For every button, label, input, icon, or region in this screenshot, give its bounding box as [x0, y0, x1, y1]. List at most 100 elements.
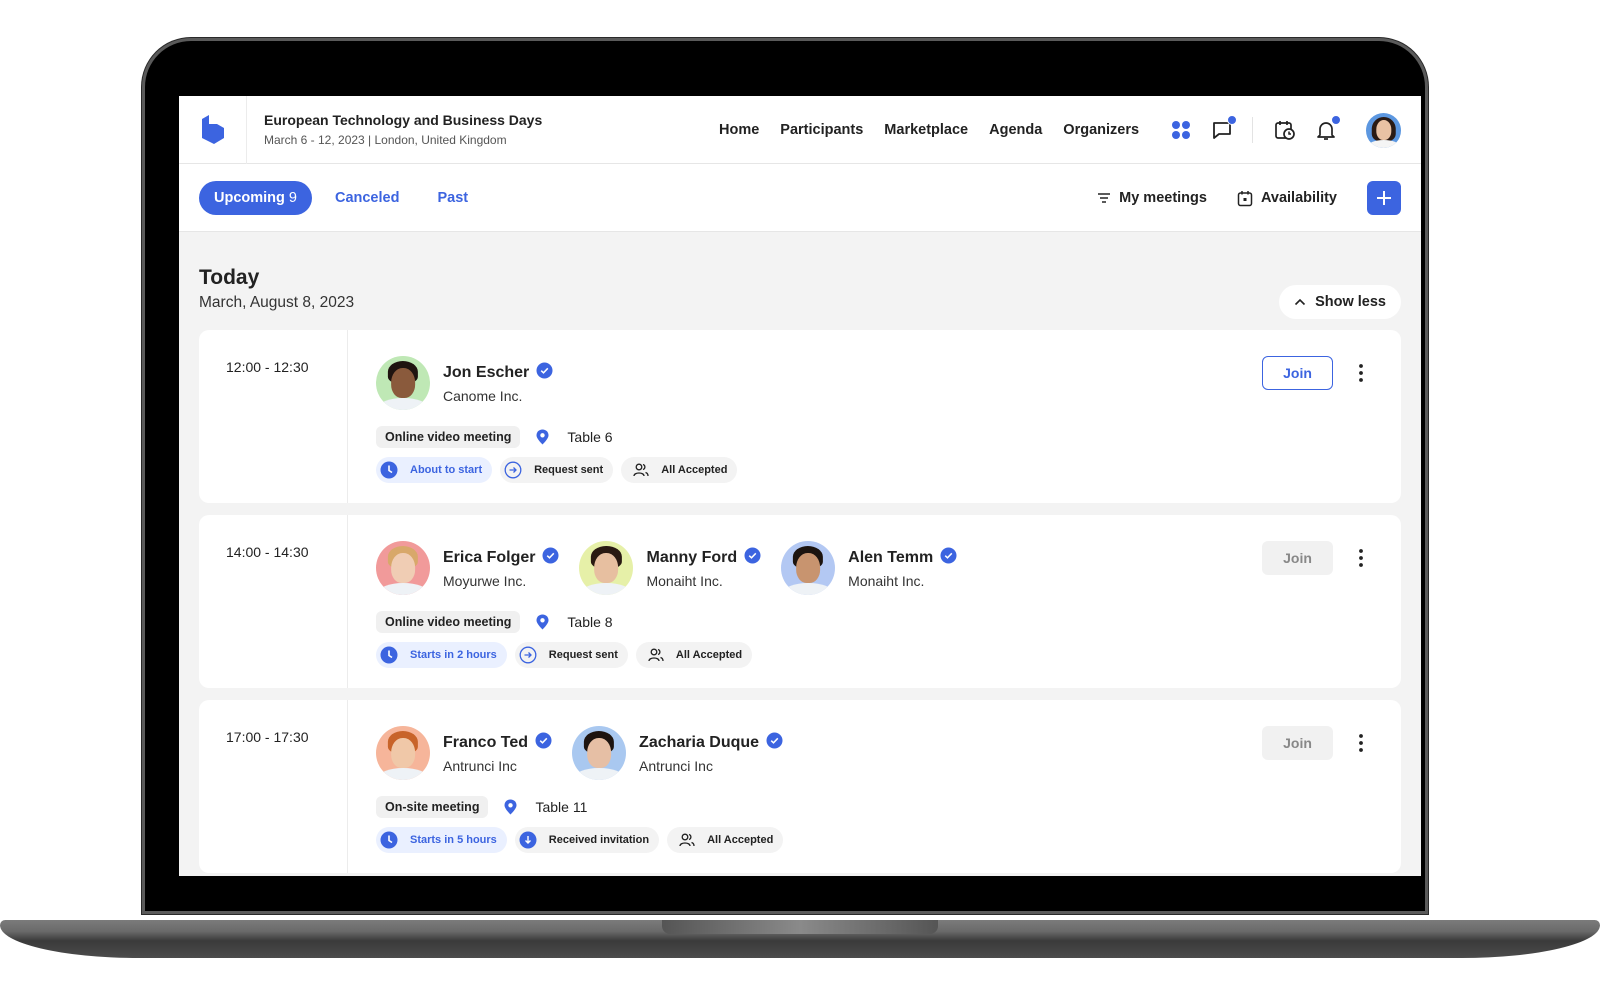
arrow-down-circle-icon: [519, 831, 543, 849]
meeting-card: 12:00 - 12:30 Jon Escher Canome Inc. Onl: [199, 330, 1401, 503]
meeting-type-chip: Online video meeting: [376, 426, 521, 448]
verified-badge-icon: [744, 547, 761, 569]
join-button[interactable]: Join: [1262, 356, 1333, 390]
tab-past[interactable]: Past: [422, 181, 483, 215]
nav-marketplace[interactable]: Marketplace: [884, 122, 968, 138]
chevron-up-icon: [1295, 298, 1306, 306]
laptop-hinge: [662, 920, 938, 934]
add-meeting-button[interactable]: [1367, 181, 1401, 215]
participant-avatar[interactable]: [376, 356, 430, 410]
filter-icon: [1098, 193, 1111, 203]
status-chip-label: Request sent: [548, 649, 618, 661]
status-chip-label: Starts in 5 hours: [410, 834, 497, 846]
meeting-actions: Join: [1262, 541, 1371, 575]
participant[interactable]: Zacharia Duque Antrunci Inc: [572, 726, 783, 780]
participant-avatar[interactable]: [376, 726, 430, 780]
tab-canceled[interactable]: Canceled: [320, 181, 414, 215]
header-actions: [1152, 96, 1401, 164]
arrow-right-circle-icon: [504, 461, 528, 479]
participant-avatar[interactable]: [781, 541, 836, 595]
show-less-button[interactable]: Show less: [1279, 285, 1401, 319]
location-label: Table 11: [535, 799, 588, 815]
participant-avatar[interactable]: [579, 541, 634, 595]
top-bar: European Technology and Business Days Ma…: [179, 96, 1421, 164]
verified-badge-icon: [766, 732, 783, 754]
status-chip: About to start: [376, 457, 493, 483]
meeting-actions: Join: [1262, 356, 1371, 390]
tab-upcoming[interactable]: Upcoming 9: [199, 180, 312, 215]
participant[interactable]: Jon Escher Canome Inc.: [376, 356, 553, 410]
participant[interactable]: Manny Ford Monaiht Inc.: [579, 541, 761, 595]
status-chip: Request sent: [500, 457, 614, 483]
participant-name: Alen Temm: [848, 549, 934, 566]
participant-avatar[interactable]: [572, 726, 627, 780]
bell-icon[interactable]: [1314, 115, 1341, 142]
apps-grid-icon[interactable]: [1169, 118, 1193, 142]
participant-company: Monaiht Inc.: [646, 573, 723, 589]
status-chip-label: Request sent: [534, 464, 604, 476]
my-meetings-filter[interactable]: My meetings: [1097, 190, 1207, 206]
tab-canceled-label: Canceled: [334, 189, 400, 206]
status-chip: All Accepted: [667, 827, 784, 853]
more-options-icon[interactable]: [1351, 356, 1371, 390]
status-chip: All Accepted: [621, 457, 738, 483]
participant[interactable]: Alen Temm Monaiht Inc.: [781, 541, 957, 595]
meeting-tabs-bar: Upcoming 9 Canceled Past My meetings Ava…: [179, 164, 1421, 232]
nav-organizers[interactable]: Organizers: [1063, 122, 1139, 138]
verified-badge-icon: [542, 547, 559, 569]
participant[interactable]: Erica Folger Moyurwe Inc.: [376, 541, 559, 595]
meeting-type-chip: Online video meeting: [376, 611, 521, 633]
meeting-details: Erica Folger Moyurwe Inc. Manny Ford Mon…: [348, 515, 1401, 688]
tab-upcoming-count: 9: [288, 189, 297, 206]
users-icon: [648, 647, 670, 663]
tab-past-label: Past: [437, 189, 469, 206]
availability-button[interactable]: Availability: [1237, 190, 1337, 207]
meeting-location: Table 8: [536, 614, 613, 630]
status-chip: All Accepted: [635, 642, 753, 668]
meeting-type-chip: On-site meeting: [376, 796, 489, 818]
status-chip-label: All Accepted: [661, 464, 728, 476]
status-row: About to start Request sent All Accepted: [376, 457, 1401, 483]
participants-row: Jon Escher Canome Inc.: [376, 356, 1401, 410]
availability-label: Availability: [1260, 190, 1337, 206]
status-chip: Starts in 5 hours: [376, 827, 507, 853]
calendar-icon: [1237, 190, 1253, 206]
verified-badge-icon: [940, 547, 957, 569]
arrow-right-circle-icon: [519, 646, 543, 664]
calendar-clock-icon[interactable]: [1273, 118, 1297, 142]
chat-icon[interactable]: [1210, 115, 1237, 142]
nav-agenda[interactable]: Agenda: [989, 122, 1042, 138]
status-chip: Request sent: [514, 642, 628, 668]
nav-participants[interactable]: Participants: [780, 122, 863, 138]
event-subtitle: March 6 - 12, 2023 | London, United King…: [264, 133, 507, 147]
more-options-icon[interactable]: [1351, 726, 1371, 760]
participant-name: Franco Ted: [443, 734, 529, 751]
location-label: Table 8: [567, 614, 613, 630]
participants-row: Franco Ted Antrunci Inc Zacharia Duque A…: [376, 726, 1401, 780]
participants-row: Erica Folger Moyurwe Inc. Manny Ford Mon…: [376, 541, 1401, 595]
location-label: Table 6: [567, 429, 613, 445]
status-chip: Starts in 2 hours: [376, 642, 507, 668]
participant-name: Erica Folger: [443, 549, 536, 566]
location-pin-icon: [536, 429, 558, 445]
meeting-time: 17:00 - 17:30: [199, 700, 348, 873]
logo-icon: [201, 114, 224, 144]
participant-avatar[interactable]: [376, 541, 430, 595]
join-button[interactable]: Join: [1262, 541, 1333, 575]
chat-notification-dot: [1227, 115, 1237, 125]
event-info: European Technology and Business Days Ma…: [247, 112, 542, 147]
more-options-icon[interactable]: [1351, 541, 1371, 575]
participant[interactable]: Franco Ted Antrunci Inc: [376, 726, 552, 780]
status-chip-label: Received invitation: [548, 834, 650, 846]
user-avatar[interactable]: [1366, 112, 1401, 148]
status-row: Starts in 2 hours Request sent All Accep…: [376, 642, 1401, 668]
join-button[interactable]: Join: [1262, 726, 1333, 760]
participant-company: Antrunci Inc: [443, 758, 517, 774]
my-meetings-label: My meetings: [1119, 190, 1207, 206]
tab-actions: My meetings Availability: [1067, 164, 1401, 232]
meeting-time: 12:00 - 12:30: [199, 330, 348, 503]
app-logo[interactable]: [179, 96, 247, 164]
nav-home[interactable]: Home: [719, 122, 759, 138]
meeting-meta: On-site meeting Table 11: [376, 796, 1401, 818]
users-icon: [633, 462, 655, 478]
